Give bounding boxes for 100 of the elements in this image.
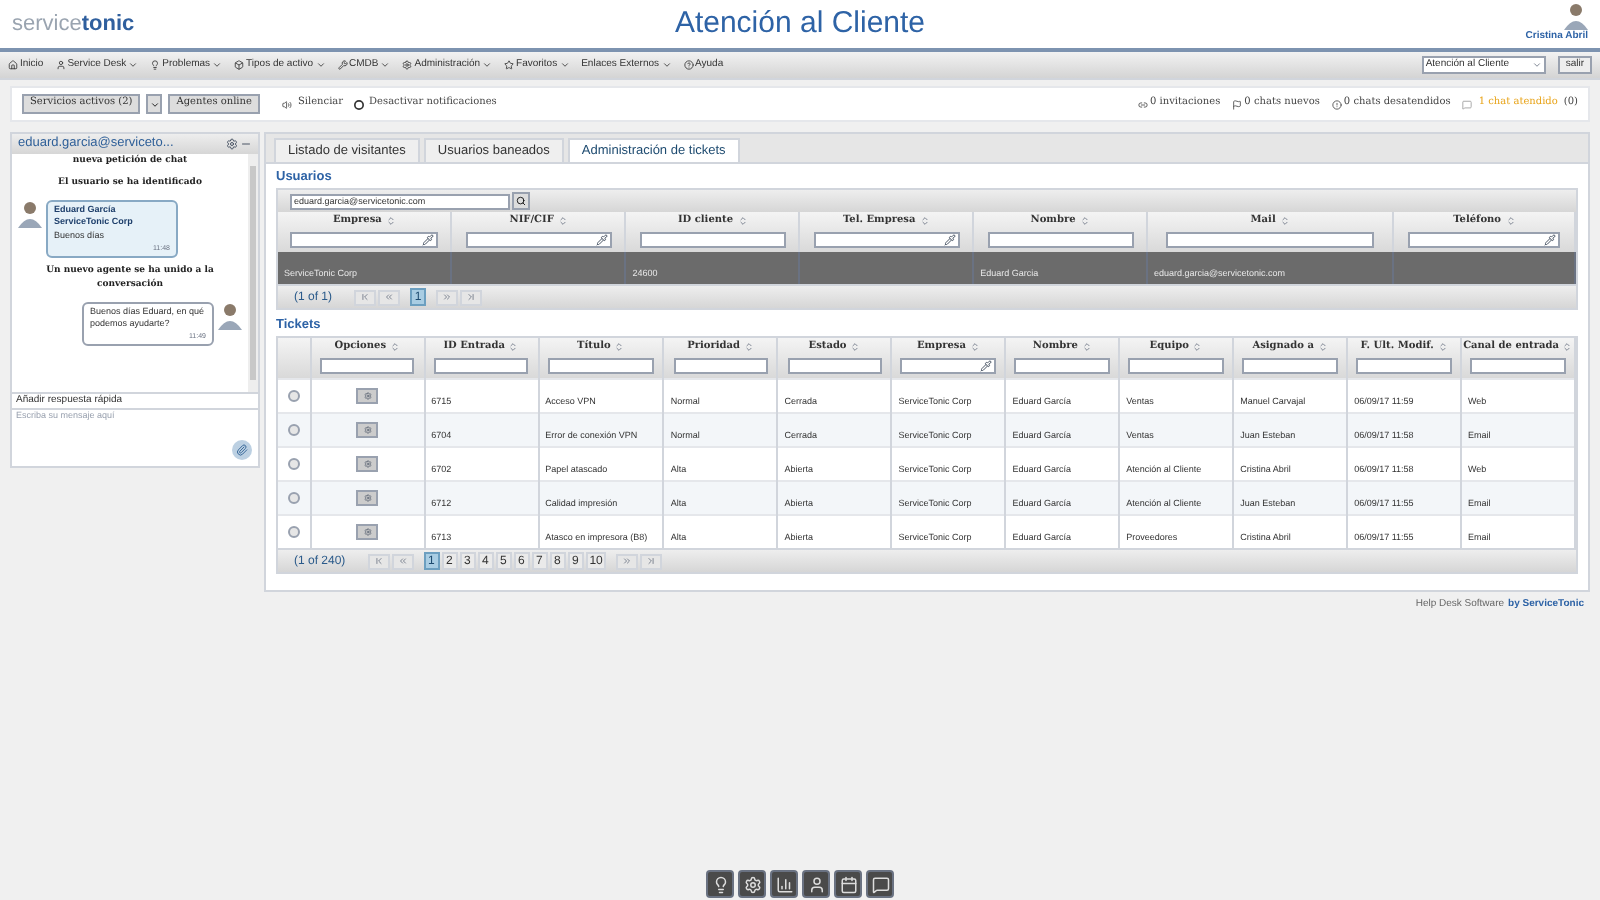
caret-icon bbox=[1531, 60, 1542, 70]
filter-field[interactable] bbox=[1356, 358, 1452, 374]
sort-icon[interactable] bbox=[744, 342, 755, 352]
filter-field[interactable] bbox=[290, 232, 438, 248]
avatar-icon bbox=[1564, 2, 1588, 31]
settings-icon[interactable] bbox=[226, 138, 238, 150]
sort-icon[interactable] bbox=[557, 216, 568, 226]
options-button[interactable] bbox=[356, 490, 379, 506]
filter-field[interactable] bbox=[639, 232, 786, 248]
sort-icon[interactable] bbox=[1437, 342, 1448, 352]
radio-button[interactable] bbox=[287, 526, 300, 538]
caret-icon bbox=[128, 60, 139, 70]
dock-button[interactable] bbox=[866, 870, 894, 898]
minimize-icon[interactable] bbox=[240, 138, 252, 150]
radio-button[interactable] bbox=[287, 458, 300, 470]
picker-icon[interactable] bbox=[595, 234, 608, 246]
filter-field[interactable] bbox=[465, 232, 612, 248]
dock-button[interactable] bbox=[802, 870, 830, 898]
sort-icon[interactable] bbox=[919, 216, 930, 226]
gear-icon bbox=[363, 460, 372, 468]
dock-button[interactable] bbox=[834, 870, 862, 898]
filter-field[interactable] bbox=[319, 358, 415, 374]
first-icon bbox=[373, 556, 384, 566]
gear-icon bbox=[363, 494, 372, 502]
options-button[interactable] bbox=[356, 524, 379, 540]
scrollbar[interactable] bbox=[248, 154, 258, 392]
sort-icon[interactable] bbox=[737, 216, 748, 226]
gear-icon bbox=[363, 528, 372, 536]
last-page-button[interactable] bbox=[640, 553, 663, 569]
filter-field[interactable] bbox=[987, 232, 1133, 248]
picker-icon[interactable] bbox=[980, 360, 992, 372]
filter-field[interactable] bbox=[673, 358, 769, 374]
avatar-icon bbox=[218, 301, 242, 329]
search-icon bbox=[516, 196, 526, 206]
caret-icon bbox=[482, 60, 493, 70]
double-chevron-right-icon bbox=[442, 292, 453, 302]
filter-field[interactable] bbox=[1407, 232, 1561, 248]
sort-icon[interactable] bbox=[1081, 342, 1092, 352]
previous-page-button[interactable] bbox=[391, 553, 414, 569]
picker-icon[interactable] bbox=[421, 234, 434, 246]
filter-field[interactable] bbox=[1128, 358, 1224, 374]
avatar-icon bbox=[18, 199, 42, 227]
person-icon bbox=[807, 875, 825, 893]
filter-field[interactable] bbox=[1014, 358, 1110, 374]
first-page-button[interactable] bbox=[367, 553, 390, 569]
sort-icon[interactable] bbox=[385, 216, 396, 226]
filter-field[interactable] bbox=[1470, 358, 1566, 374]
sort-icon[interactable] bbox=[1562, 342, 1573, 352]
first-page-button[interactable] bbox=[354, 289, 377, 305]
flag-icon bbox=[1232, 99, 1243, 109]
sort-icon[interactable] bbox=[1279, 216, 1290, 226]
sort-icon[interactable] bbox=[614, 342, 625, 352]
next-page-button[interactable] bbox=[616, 553, 639, 569]
sort-icon[interactable] bbox=[390, 342, 401, 352]
box-icon bbox=[234, 60, 245, 70]
picker-icon[interactable] bbox=[1544, 234, 1557, 246]
logo: servicetonic bbox=[12, 9, 137, 40]
filter-field[interactable] bbox=[900, 358, 996, 374]
chat-icon bbox=[871, 875, 889, 893]
options-button[interactable] bbox=[356, 388, 379, 404]
sort-icon[interactable] bbox=[1317, 342, 1328, 352]
caret-icon bbox=[559, 60, 570, 70]
radio-button[interactable] bbox=[287, 424, 300, 436]
sort-icon[interactable] bbox=[1505, 216, 1516, 226]
dock-button[interactable] bbox=[706, 870, 734, 898]
filter-field[interactable] bbox=[1166, 232, 1374, 248]
speaker-icon bbox=[281, 99, 292, 109]
dock-button[interactable] bbox=[738, 870, 766, 898]
chat-icon bbox=[1462, 99, 1473, 109]
dock-button[interactable] bbox=[770, 870, 798, 898]
sort-icon[interactable] bbox=[1192, 342, 1203, 352]
gear-icon bbox=[743, 875, 761, 893]
sort-icon[interactable] bbox=[969, 342, 980, 352]
search-button[interactable] bbox=[512, 192, 530, 210]
next-page-button[interactable] bbox=[436, 289, 459, 305]
filter-field[interactable] bbox=[813, 232, 960, 248]
lightbulb-icon bbox=[711, 875, 729, 893]
picker-icon[interactable] bbox=[943, 234, 956, 246]
radio-button[interactable] bbox=[287, 390, 300, 402]
link-icon bbox=[1138, 99, 1148, 109]
paperclip-icon bbox=[236, 444, 248, 456]
attach-button[interactable] bbox=[232, 440, 252, 460]
gear-icon bbox=[363, 426, 372, 434]
options-button[interactable] bbox=[356, 456, 379, 472]
last-page-button[interactable] bbox=[460, 289, 483, 305]
filter-field[interactable] bbox=[548, 358, 654, 374]
page-title: Atención al Cliente bbox=[674, 3, 926, 44]
sort-icon[interactable] bbox=[1079, 216, 1090, 226]
caret-icon bbox=[212, 60, 223, 70]
filter-field[interactable] bbox=[1242, 358, 1338, 374]
sort-icon[interactable] bbox=[850, 342, 861, 352]
filter-field[interactable] bbox=[787, 358, 883, 374]
filter-field[interactable] bbox=[433, 358, 529, 374]
radio-button[interactable] bbox=[287, 492, 300, 504]
previous-page-button[interactable] bbox=[378, 289, 401, 305]
sort-icon[interactable] bbox=[508, 342, 519, 352]
dropdown-button[interactable] bbox=[146, 94, 163, 114]
help-icon bbox=[683, 60, 694, 70]
last-icon bbox=[466, 292, 477, 302]
options-button[interactable] bbox=[356, 422, 379, 438]
